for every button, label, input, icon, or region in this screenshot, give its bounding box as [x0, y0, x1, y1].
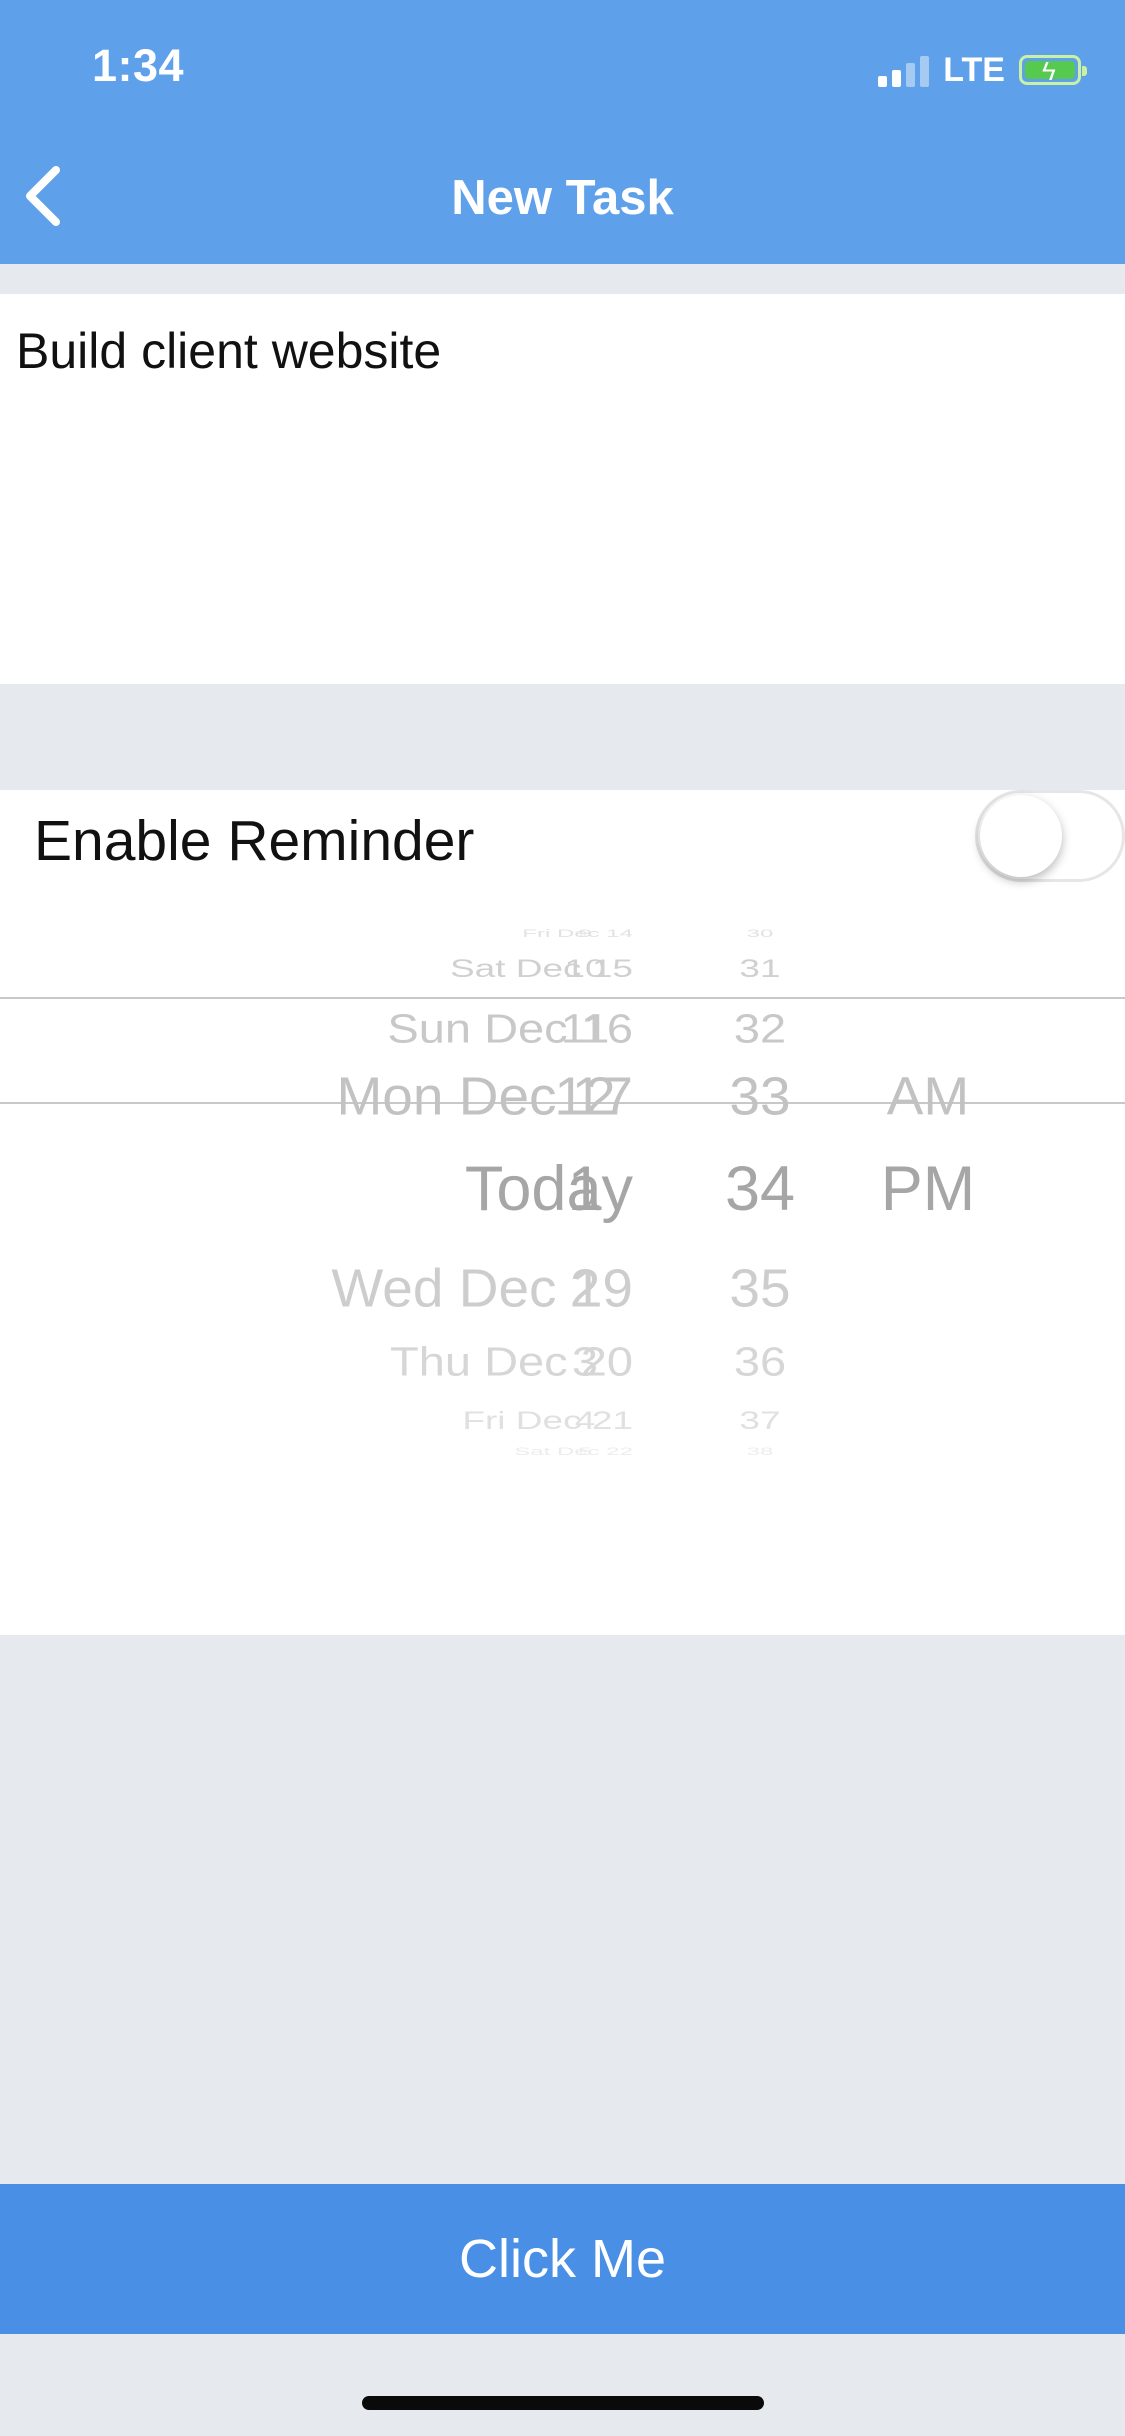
picker-selection-top-line	[0, 997, 1125, 999]
battery-icon: ϟ	[1019, 55, 1087, 86]
network-type: LTE	[943, 50, 1005, 89]
signal-icon	[878, 53, 930, 87]
status-time: 1:34	[92, 40, 185, 91]
picker-minute-option[interactable]: 36	[610, 1341, 910, 1381]
reminder-label: Enable Reminder	[34, 809, 475, 873]
home-indicator	[362, 2396, 764, 2410]
reminder-card: Enable Reminder Fri Dec 14 Sat Dec 15 Sun …	[0, 790, 1125, 1635]
picker-ampm-option[interactable]: AM	[778, 1069, 1078, 1123]
picker-minute-option[interactable]: 32	[610, 1008, 910, 1048]
picker-minute-option[interactable]: 38	[610, 1446, 910, 1458]
page-title: New Task	[451, 171, 674, 225]
top-bar: 1:34 LTE ϟ New Task	[0, 0, 1125, 264]
picker-minute-option[interactable]: 30	[610, 928, 910, 940]
task-card	[0, 294, 1125, 684]
task-text-field[interactable]	[16, 322, 1106, 662]
picker-minute-option[interactable]: 37	[610, 1408, 910, 1433]
picker-ampm-option[interactable]: PM	[778, 1158, 1078, 1221]
click-me-button[interactable]: Click Me	[0, 2184, 1125, 2334]
status-indicators: LTE ϟ	[878, 48, 1087, 92]
picker-minute-option[interactable]: 31	[610, 956, 910, 981]
reminder-toggle[interactable]	[975, 790, 1125, 882]
toggle-knob	[980, 795, 1062, 877]
picker-minute-option[interactable]: 35	[610, 1261, 910, 1315]
date-time-picker[interactable]: Fri Dec 14 Sat Dec 15 Sun Dec 16 Mon Dec 17…	[0, 928, 1125, 1457]
